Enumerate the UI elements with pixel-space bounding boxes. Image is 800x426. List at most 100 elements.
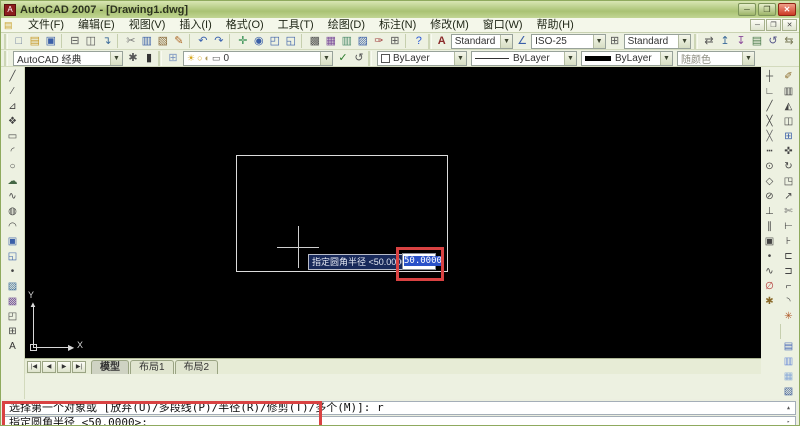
offset-icon[interactable]: ◫ xyxy=(780,114,797,129)
snap-extension-icon[interactable]: ┅ xyxy=(761,144,778,159)
command-input-line[interactable]: 指定圆角半径 <50.0000>: ▸ xyxy=(4,416,796,425)
toolbar-grip[interactable] xyxy=(4,50,8,66)
point-icon[interactable]: • xyxy=(4,264,21,279)
mdi-restore-button[interactable]: ❐ xyxy=(766,19,781,31)
snap-nearest-icon[interactable]: ∿ xyxy=(761,264,778,279)
sheet-set-manager-icon[interactable]: ▨ xyxy=(355,33,371,49)
toolbar-grip[interactable] xyxy=(694,33,698,49)
spline-icon[interactable]: ∿ xyxy=(4,189,21,204)
rotate-icon[interactable]: ↻ xyxy=(780,159,797,174)
region-icon[interactable]: ◰ xyxy=(4,309,21,324)
plot-icon[interactable]: ⊟ xyxy=(67,33,83,49)
revision-cloud-icon[interactable]: ☁ xyxy=(4,174,21,189)
close-button[interactable]: ✕ xyxy=(778,3,796,16)
polygon-icon[interactable]: ❖ xyxy=(4,114,21,129)
chevron-down-icon[interactable]: ▼ xyxy=(454,51,466,65)
workspace-settings-icon[interactable]: ✱ xyxy=(125,50,141,66)
chevron-down-icon[interactable]: ▼ xyxy=(678,34,691,48)
tab-nav-next[interactable]: ▶ xyxy=(57,361,71,373)
chevron-down-icon[interactable]: ▼ xyxy=(500,34,513,48)
snap-node-icon[interactable]: • xyxy=(761,249,778,264)
draworder-under-icon[interactable]: ▧ xyxy=(780,384,797,399)
snap-from-icon[interactable]: ┼ xyxy=(761,69,778,84)
stretch-icon[interactable]: ↗ xyxy=(780,189,797,204)
snap-parallel-icon[interactable]: ∥ xyxy=(761,219,778,234)
layer-properties-manager-icon[interactable]: ⊞ xyxy=(165,50,181,66)
menu-window[interactable]: 窗口(W) xyxy=(476,18,530,33)
toolbar1-right-icon-1[interactable]: ⇄ xyxy=(701,33,717,49)
layer-freeze-icon[interactable]: ○ xyxy=(197,53,202,63)
array-icon[interactable]: ⊞ xyxy=(780,129,797,144)
save-file-icon[interactable]: ▣ xyxy=(43,33,59,49)
drawing-canvas[interactable]: 指定圆角半径 <50.0000>: 50.0000 ▲ ▶ Y X xyxy=(25,67,761,358)
tab-nav-first[interactable]: |◀ xyxy=(27,361,41,373)
menu-draw[interactable]: 绘图(D) xyxy=(321,18,372,33)
dim-style-icon[interactable]: ∠ xyxy=(515,33,529,49)
new-file-icon[interactable]: □ xyxy=(11,33,27,49)
tab-model[interactable]: 模型 xyxy=(91,360,129,374)
zoom-window-icon[interactable]: ◰ xyxy=(267,33,283,49)
scroll-up-icon[interactable]: ▲ xyxy=(783,402,794,414)
dim-style-combo[interactable]: ISO-25 ▼ xyxy=(531,33,606,49)
menu-edit[interactable]: 编辑(E) xyxy=(71,18,122,33)
snap-perpendicular-icon[interactable]: ⊥ xyxy=(761,204,778,219)
table-style-icon[interactable]: ⊞ xyxy=(608,33,622,49)
tab-layout2[interactable]: 布局2 xyxy=(174,360,219,374)
snap-midpoint-icon[interactable]: ╱ xyxy=(761,99,778,114)
erase-icon[interactable]: ✐ xyxy=(780,69,797,84)
table-style-combo[interactable]: Standard ▼ xyxy=(623,33,692,49)
make-block-icon[interactable]: ◱ xyxy=(4,249,21,264)
snap-tangent-icon[interactable]: ⊘ xyxy=(761,189,778,204)
circle-icon[interactable]: ○ xyxy=(4,159,21,174)
menu-dimension[interactable]: 标注(N) xyxy=(372,18,423,33)
toolbar1-right-icon-3[interactable]: ↧ xyxy=(733,33,749,49)
chevron-down-icon[interactable]: ▼ xyxy=(592,34,605,48)
maximize-button[interactable]: ❐ xyxy=(758,3,776,16)
toolbar1-right-icon-2[interactable]: ↥ xyxy=(717,33,733,49)
menu-format[interactable]: 格式(O) xyxy=(219,18,271,33)
pan-icon[interactable]: ✛ xyxy=(235,33,251,49)
dynamic-input-field[interactable]: 50.0000 xyxy=(402,253,442,270)
plotstyle-combo[interactable]: 随颜色 ▼ xyxy=(677,50,755,66)
cut-icon[interactable]: ✂ xyxy=(123,33,139,49)
layer-combo[interactable]: ☀ ○ ◐ ▭ 0 ▼ xyxy=(183,50,333,66)
plot-preview-icon[interactable]: ◫ xyxy=(83,33,99,49)
rectangle-icon[interactable]: ▭ xyxy=(4,129,21,144)
command-history-line[interactable]: 选择第一个对象或 [放弃(U)/多段线(P)/半径(R)/修剪(T)/多个(M)… xyxy=(4,401,796,415)
layer-previous-icon[interactable]: ↺ xyxy=(351,50,367,66)
draworder-back-icon[interactable]: ▥ xyxy=(780,354,797,369)
mdi-minimize-button[interactable]: ─ xyxy=(750,19,765,31)
lineweight-combo[interactable]: ByLayer ▼ xyxy=(581,50,673,66)
menu-view[interactable]: 视图(V) xyxy=(122,18,173,33)
join-icon[interactable]: ⊐ xyxy=(780,264,797,279)
extend-icon[interactable]: ⊢ xyxy=(780,219,797,234)
redo-icon[interactable]: ↷ xyxy=(211,33,227,49)
tab-nav-last[interactable]: ▶| xyxy=(72,361,86,373)
menu-file[interactable]: 文件(F) xyxy=(21,18,71,33)
chevron-down-icon[interactable]: ▼ xyxy=(110,51,122,65)
draworder-above-icon[interactable]: ▦ xyxy=(780,369,797,384)
ellipse-icon[interactable]: ◍ xyxy=(4,204,21,219)
toolbar-grip[interactable] xyxy=(427,33,432,49)
snap-endpoint-icon[interactable]: ∟ xyxy=(761,84,778,99)
properties-icon[interactable]: ▩ xyxy=(307,33,323,49)
menu-insert[interactable]: 插入(I) xyxy=(172,18,218,33)
hatch-icon[interactable]: ▨ xyxy=(4,279,21,294)
command-scrollbar[interactable]: ▲ ▼ xyxy=(783,402,794,414)
designcenter-icon[interactable]: ▦ xyxy=(323,33,339,49)
insert-block-icon[interactable]: ▣ xyxy=(4,234,21,249)
tab-layout1[interactable]: 布局1 xyxy=(130,360,174,374)
zoom-realtime-icon[interactable]: ◉ xyxy=(251,33,267,49)
text-style-icon[interactable]: A xyxy=(435,33,449,49)
scale-icon[interactable]: ◳ xyxy=(780,174,797,189)
construction-line-icon[interactable]: ∕ xyxy=(4,84,21,99)
menu-modify[interactable]: 修改(M) xyxy=(423,18,476,33)
snap-none-icon[interactable]: ∅ xyxy=(761,279,778,294)
break-at-point-icon[interactable]: ⊦ xyxy=(780,234,797,249)
chevron-down-icon[interactable]: ▼ xyxy=(660,51,672,65)
tab-nav-prev[interactable]: ◀ xyxy=(42,361,56,373)
save-workspace-icon[interactable]: ▮ xyxy=(141,50,157,66)
make-object-layer-current-icon[interactable]: ✓ xyxy=(335,50,351,66)
tool-palettes-icon[interactable]: ▥ xyxy=(339,33,355,49)
trim-icon[interactable]: ✄ xyxy=(780,204,797,219)
